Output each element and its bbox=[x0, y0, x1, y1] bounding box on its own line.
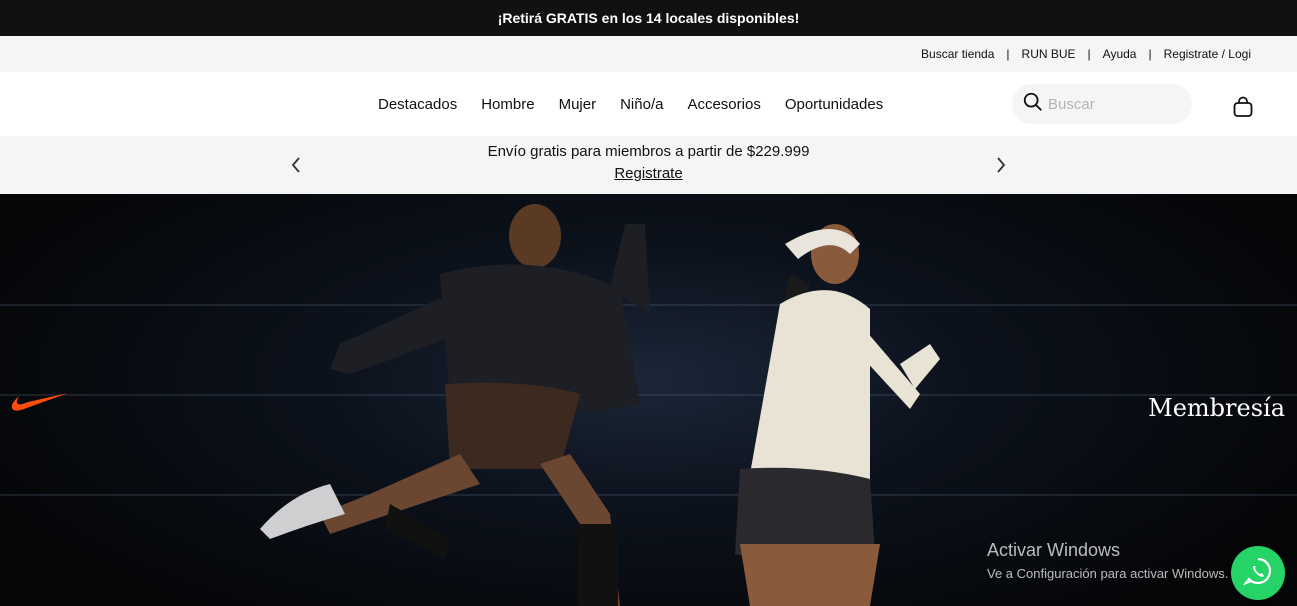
search-input[interactable] bbox=[1048, 95, 1178, 113]
register-login-link[interactable]: Registrate / Logi bbox=[1164, 47, 1251, 61]
chevron-left-icon[interactable] bbox=[286, 155, 306, 175]
nav-item-mujer[interactable]: Mujer bbox=[559, 96, 597, 113]
utility-bar: Buscar tienda | RUN BUE | Ayuda | Regist… bbox=[0, 36, 1297, 72]
help-link[interactable]: Ayuda bbox=[1103, 47, 1137, 61]
bag-icon[interactable] bbox=[1230, 94, 1256, 120]
whatsapp-icon bbox=[1242, 555, 1274, 592]
whatsapp-button[interactable] bbox=[1231, 546, 1285, 600]
utility-separator: | bbox=[1087, 47, 1091, 61]
nav-item-hombre[interactable]: Hombre bbox=[481, 96, 534, 113]
utility-separator: | bbox=[1148, 47, 1152, 61]
search-box[interactable] bbox=[1012, 84, 1192, 124]
windows-watermark-subtitle: Ve a Configuración para activar Windows. bbox=[987, 566, 1229, 581]
find-store-link[interactable]: Buscar tienda bbox=[921, 47, 994, 61]
nav-item-accesorios[interactable]: Accesorios bbox=[687, 96, 760, 113]
utility-separator: | bbox=[1006, 47, 1010, 61]
chevron-right-icon[interactable] bbox=[991, 155, 1011, 175]
nav-item-oportunidades[interactable]: Oportunidades bbox=[785, 96, 883, 113]
runner-left-image bbox=[260, 204, 650, 606]
hero-banner[interactable]: Membresía Activar Windows Ve a Configura… bbox=[0, 194, 1297, 606]
nav-item-destacados[interactable]: Destacados bbox=[378, 96, 457, 113]
shipping-text: Envío gratis para miembros a partir de $… bbox=[487, 143, 810, 160]
shipping-banner: Envío gratis para miembros a partir de $… bbox=[0, 136, 1297, 194]
windows-watermark-title: Activar Windows bbox=[987, 540, 1121, 560]
membership-label[interactable]: Membresía bbox=[1148, 394, 1285, 422]
nav-links: Destacados Hombre Mujer Niño/a Accesorio… bbox=[378, 72, 883, 136]
main-nav: Destacados Hombre Mujer Niño/a Accesorio… bbox=[0, 72, 1297, 136]
swoosh-icon[interactable] bbox=[10, 390, 70, 419]
shipping-register-link[interactable]: Registrate bbox=[614, 165, 682, 182]
runner-right-image bbox=[735, 224, 940, 606]
promo-bar: ¡Retirá GRATIS en los 14 locales disponi… bbox=[0, 0, 1297, 36]
run-bue-link[interactable]: RUN BUE bbox=[1022, 47, 1076, 61]
promo-text: ¡Retirá GRATIS en los 14 locales disponi… bbox=[497, 10, 800, 26]
nav-item-nino[interactable]: Niño/a bbox=[620, 96, 663, 113]
utility-links: Buscar tienda | RUN BUE | Ayuda | Regist… bbox=[921, 36, 1251, 72]
search-icon[interactable] bbox=[1022, 91, 1044, 118]
